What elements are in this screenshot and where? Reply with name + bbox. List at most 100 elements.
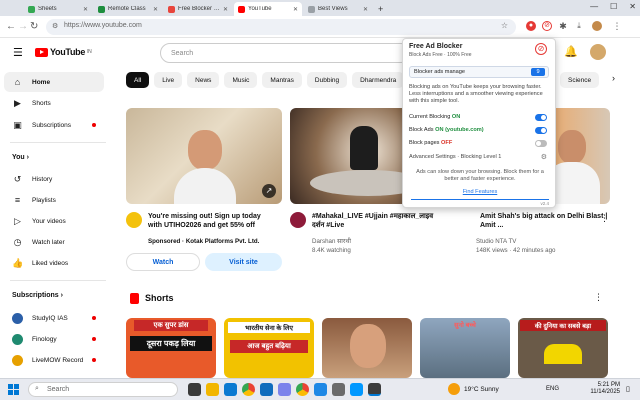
vscode-icon[interactable] xyxy=(350,383,363,396)
sidebar-item-liked-videos[interactable]: 👍 Liked videos xyxy=(4,253,104,273)
edge-browser-icon[interactable] xyxy=(224,383,237,396)
extensions-puzzle-icon[interactable]: ✱ xyxy=(558,21,568,31)
sidebar-item-watch-later[interactable]: ◷ Watch later xyxy=(4,232,104,252)
sidebar-item-subscriptions[interactable]: ▣ Subscriptions xyxy=(4,115,104,135)
sidebar-item-home[interactable]: ⌂ Home xyxy=(4,72,104,92)
short-thumbnail[interactable]: भारतीय सेना के लिए आज बहुत बढ़िया xyxy=(224,318,314,378)
sidebar-item-history[interactable]: ↺ History xyxy=(4,169,104,189)
new-tab-button[interactable]: + xyxy=(374,2,388,16)
advertiser-avatar[interactable] xyxy=(126,212,142,228)
account-avatar[interactable] xyxy=(590,44,606,60)
tab-label: Sheets xyxy=(38,6,57,12)
subscription-item[interactable]: LiveMOW Records... xyxy=(4,350,104,370)
tab-close-icon[interactable]: ✕ xyxy=(83,6,88,13)
browser-tab-4[interactable]: Best Views ✕ xyxy=(304,2,372,16)
chip[interactable]: Mantras xyxy=(262,72,302,88)
browser-tab-3[interactable]: YouTube ✕ xyxy=(234,2,302,16)
address-bar[interactable]: ⚙ https://www.youtube.com ☆ xyxy=(46,19,516,35)
external-link-icon[interactable]: ↗ xyxy=(262,184,276,198)
settings-gear-icon[interactable]: ⚙ xyxy=(541,153,547,161)
chip[interactable]: Dubbing xyxy=(306,72,348,88)
word-icon[interactable] xyxy=(314,383,327,396)
shorts-menu-icon[interactable]: ⋮ xyxy=(594,292,603,303)
video-thumbnail[interactable]: ↗ xyxy=(126,108,282,204)
short-thumbnail[interactable]: की दुनिया का सबसे बड़ा xyxy=(518,318,608,378)
tab-close-icon[interactable]: ✕ xyxy=(153,6,158,13)
maximize-button[interactable]: ☐ xyxy=(610,2,617,11)
close-window-button[interactable]: ✕ xyxy=(629,2,636,11)
short-thumbnail[interactable]: सुनो बच्चे xyxy=(420,318,510,378)
minimize-button[interactable]: — xyxy=(590,2,598,11)
site-info-icon[interactable]: ⚙ xyxy=(52,22,58,30)
channel-avatar[interactable] xyxy=(290,212,306,228)
find-features-link[interactable]: Find Features xyxy=(449,189,511,195)
chrome-profile-icon[interactable] xyxy=(296,383,309,396)
tab-close-icon[interactable]: ✕ xyxy=(293,6,298,13)
browser-tab-0[interactable]: Sheets ✕ xyxy=(24,2,92,16)
block-pages-toggle[interactable] xyxy=(535,140,547,147)
search-input[interactable]: Search xyxy=(160,43,410,63)
app-icon[interactable] xyxy=(332,383,345,396)
browser-menu-icon[interactable]: ⋮ xyxy=(612,21,622,31)
notification-center-icon[interactable]: ▯ xyxy=(626,385,630,393)
chip[interactable]: Live xyxy=(154,72,183,88)
back-button[interactable]: ← xyxy=(6,21,16,32)
video-title[interactable]: #Mahakal_LIVE #Ujjain #महाकाल_लाइव दर्शन… xyxy=(312,212,444,230)
file-explorer-icon[interactable] xyxy=(206,383,219,396)
chip[interactable]: Music xyxy=(224,72,258,88)
visit-site-button[interactable]: Visit site xyxy=(205,253,282,271)
taskbar-search-input[interactable]: ⌕ Search xyxy=(28,382,178,397)
teams-icon[interactable] xyxy=(278,383,291,396)
ad-blocker-extension-icon[interactable]: ⊘ xyxy=(542,21,552,31)
store-icon[interactable] xyxy=(260,383,273,396)
chip[interactable]: Dharmendra xyxy=(352,72,405,88)
chip-all[interactable]: All xyxy=(126,72,150,88)
chrome-icon[interactable] xyxy=(242,383,255,396)
block-ads-toggle[interactable] xyxy=(535,127,547,134)
reload-button[interactable]: ↻ xyxy=(30,21,38,32)
active-app-icon[interactable] xyxy=(368,383,381,396)
subscription-item[interactable]: StudyIQ IAS xyxy=(4,308,104,328)
weather-text[interactable]: 19°C Sunny xyxy=(464,386,499,393)
extension-icon[interactable]: ● xyxy=(526,21,536,31)
language-indicator[interactable]: ENG xyxy=(546,386,559,392)
watch-button[interactable]: Watch xyxy=(126,253,200,271)
weather-sun-icon[interactable] xyxy=(448,383,460,395)
sidebar-item-your-videos[interactable]: ▷ Your videos xyxy=(4,211,104,231)
short-thumbnail[interactable]: एक सुपर डांस दूसरा पकड़ लिया xyxy=(126,318,216,378)
current-blocking-toggle[interactable] xyxy=(535,114,547,121)
page-favicon-icon xyxy=(308,5,315,13)
sidebar-item-shorts[interactable]: ▶ Shorts xyxy=(4,93,104,113)
chips-next-arrow-icon[interactable]: › xyxy=(612,73,615,83)
advanced-settings-link[interactable]: Advanced Settings · Blocking Level 1 xyxy=(409,154,539,160)
profile-avatar[interactable] xyxy=(592,21,602,31)
tab-label: Remote Class xyxy=(108,6,146,12)
subscriptions-section-heading[interactable]: Subscriptions › xyxy=(12,292,63,299)
task-view-icon[interactable] xyxy=(188,383,201,396)
bookmark-star-icon[interactable]: ☆ xyxy=(501,21,508,30)
short-thumbnail[interactable] xyxy=(322,318,412,378)
hamburger-menu-icon[interactable]: ☰ xyxy=(13,46,23,59)
system-clock[interactable]: 5:21 PM 11/14/2025 xyxy=(576,382,620,396)
forward-button[interactable]: → xyxy=(18,21,28,32)
chip[interactable]: News xyxy=(187,72,220,88)
video-menu-icon[interactable]: ⋮ xyxy=(600,213,609,224)
sidebar-item-playlists[interactable]: ≡ Playlists xyxy=(4,190,104,210)
start-button-windows-icon[interactable] xyxy=(8,384,19,395)
browser-tab-2[interactable]: Free Blocker - Ad-Blocker & Web...✕ xyxy=(164,2,232,16)
downloads-icon[interactable]: ⤓ xyxy=(574,21,584,31)
chip[interactable]: Science xyxy=(560,72,600,88)
sidebar: ⌂ Home ▶ Shorts ▣ Subscriptions You › ↺ Hist… xyxy=(0,68,112,378)
notifications-bell-icon[interactable]: 🔔 xyxy=(564,45,578,58)
youtube-logo[interactable]: YouTube IN xyxy=(35,47,92,57)
video-title[interactable]: You're missing out! Sign up today with U… xyxy=(148,212,272,230)
tab-close-icon[interactable]: ✕ xyxy=(223,6,228,13)
video-title[interactable]: Amit Shah's big attack on Delhi Blast | … xyxy=(480,212,610,230)
tab-close-icon[interactable]: ✕ xyxy=(363,6,368,13)
you-section-heading[interactable]: You › xyxy=(12,154,29,161)
channel-name[interactable]: Darshan सारथी xyxy=(312,238,351,246)
browser-tab-1[interactable]: Remote Class ✕ xyxy=(94,2,162,16)
youtube-favicon-icon xyxy=(238,5,245,13)
subscription-item[interactable]: Finology xyxy=(4,329,104,349)
channel-name[interactable]: Studio NTA TV xyxy=(476,238,516,246)
